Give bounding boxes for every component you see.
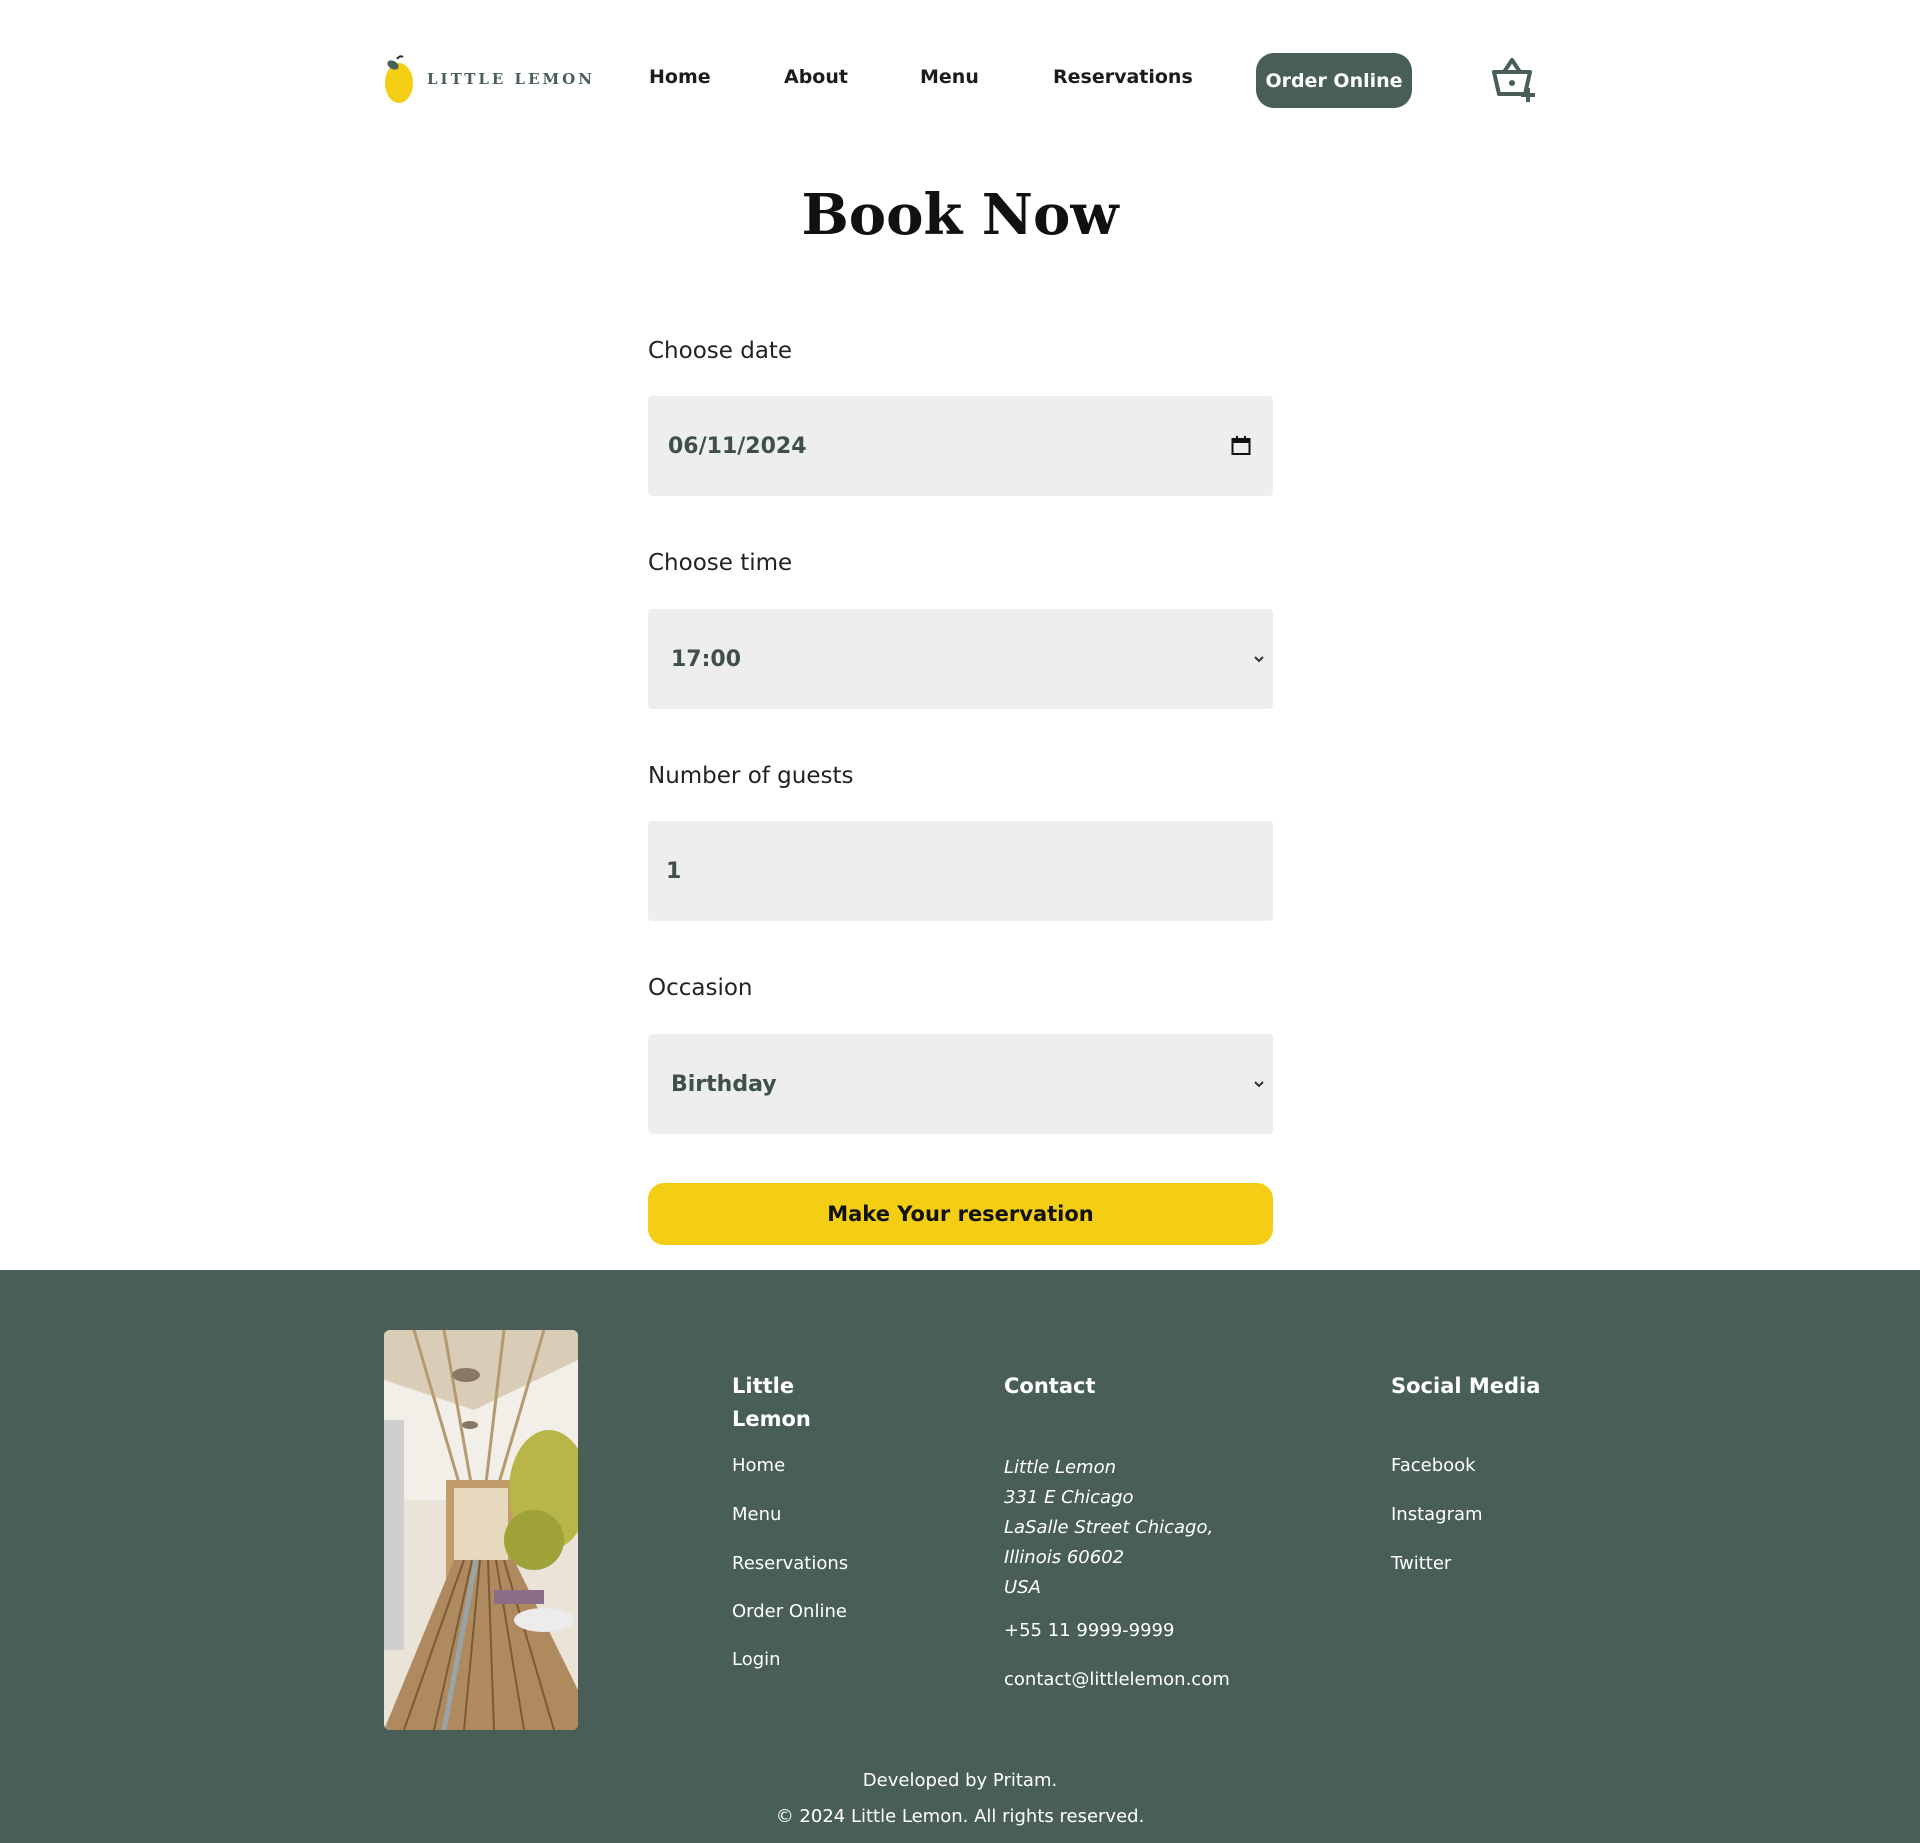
footer-link-reservations[interactable]: Reservations — [732, 1553, 848, 1574]
footer-nav-heading: Little Lemon — [732, 1374, 811, 1431]
chevron-down-icon — [1254, 656, 1264, 663]
site-footer: Little Lemon Home Menu Reservations Orde… — [0, 1270, 1920, 1843]
social-link-facebook[interactable]: Facebook — [1391, 1455, 1476, 1476]
time-label: Choose time — [648, 550, 793, 576]
occasion-value: Birthday — [671, 1071, 777, 1097]
address-line: USA — [1004, 1577, 1041, 1598]
footer-social-heading: Social Media — [1391, 1374, 1541, 1398]
developer-credit: Developed by Pritam. — [862, 1770, 1058, 1791]
copyright: © 2024 Little Lemon. All rights reserved… — [775, 1806, 1145, 1827]
site-header: LITTLE LEMON Home About Menu Reservation… — [0, 0, 1920, 160]
make-reservation-button[interactable]: Make Your reservation — [648, 1183, 1273, 1245]
footer-contact-column: Contact Little Lemon 331 E Chicago LaSal… — [1004, 1370, 1264, 1690]
guests-input[interactable]: 1 — [648, 821, 1273, 921]
footer-link-login[interactable]: Login — [732, 1649, 781, 1670]
address-line: LaSalle Street Chicago, — [1004, 1517, 1214, 1538]
contact-phone[interactable]: +55 11 9999-9999 — [1004, 1620, 1174, 1641]
date-input[interactable]: 06/11/2024 — [648, 396, 1273, 496]
footer-contact-heading: Contact — [1004, 1374, 1096, 1398]
address-line: 331 E Chicago — [1004, 1487, 1134, 1508]
footer-link-menu[interactable]: Menu — [732, 1504, 781, 1525]
time-value: 17:00 — [671, 646, 742, 672]
footer-nav-column: Little Lemon Home Menu Reservations Orde… — [732, 1370, 872, 1670]
main-nav: Home About Menu Reservations — [0, 66, 1920, 96]
nav-home[interactable]: Home — [649, 66, 711, 88]
date-value: 06/11/2024 — [668, 433, 807, 459]
address-line: Illinois 60602 — [1004, 1547, 1125, 1568]
date-label: Choose date — [648, 338, 793, 364]
occasion-label: Occasion — [648, 975, 753, 1001]
restaurant-interior-image — [384, 1330, 578, 1730]
footer-social-column: Social Media Facebook Instagram Twitter — [1391, 1370, 1551, 1574]
guests-value: 1 — [666, 858, 682, 884]
address-line: Little Lemon — [1004, 1457, 1116, 1478]
order-online-button[interactable]: Order Online — [1256, 53, 1412, 108]
nav-about[interactable]: About — [784, 66, 848, 88]
guests-label: Number of guests — [648, 763, 854, 789]
social-link-twitter[interactable]: Twitter — [1391, 1553, 1451, 1574]
chevron-down-icon — [1254, 1081, 1264, 1088]
social-link-instagram[interactable]: Instagram — [1391, 1504, 1483, 1525]
occasion-select[interactable]: Birthday — [648, 1034, 1273, 1134]
basket-plus-icon[interactable] — [1490, 56, 1538, 102]
calendar-icon[interactable] — [1231, 436, 1251, 456]
nav-reservations[interactable]: Reservations — [1053, 66, 1193, 88]
footer-link-home[interactable]: Home — [732, 1455, 785, 1476]
time-select[interactable]: 17:00 — [648, 609, 1273, 709]
footer-link-order-online[interactable]: Order Online — [732, 1601, 847, 1622]
page-title: Book Now — [801, 182, 1119, 248]
nav-menu[interactable]: Menu — [920, 66, 979, 88]
contact-email[interactable]: contact@littlelemon.com — [1004, 1669, 1230, 1690]
